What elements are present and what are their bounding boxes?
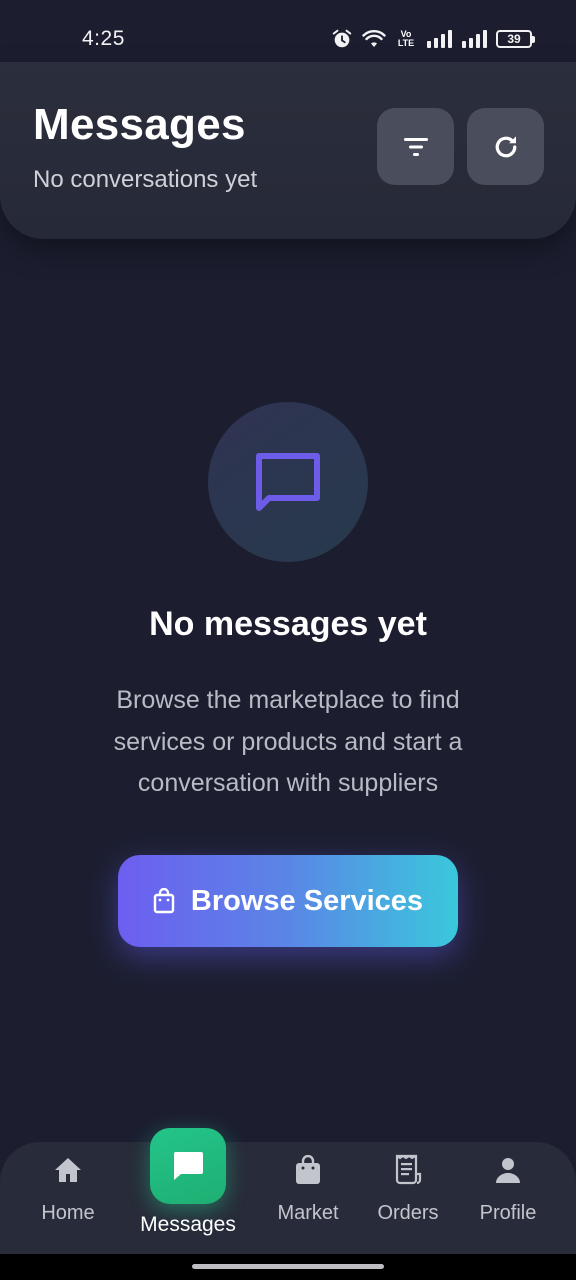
refresh-button[interactable] (467, 108, 544, 185)
shopping-bag-icon (296, 1155, 320, 1184)
messages-screen: 4:25 Vo LTE 39 Messages No conversations… (0, 0, 576, 1280)
refresh-icon (495, 135, 516, 157)
empty-state-icon-circle (208, 402, 368, 562)
browse-services-button[interactable]: Browse Services (118, 855, 458, 947)
person-icon (496, 1158, 520, 1183)
chat-icon (173, 1152, 203, 1180)
page-subtitle: No conversations yet (33, 166, 258, 193)
nav-label-market: Market (277, 1202, 339, 1224)
description-line: Browse the marketplace to find (116, 686, 460, 714)
filter-icon (403, 137, 428, 156)
description-line: services or products and start a (113, 727, 463, 756)
status-bar: 4:25 Vo LTE 39 (0, 0, 576, 64)
nav-item-home[interactable]: Home (28, 1142, 108, 1254)
description-line: conversation with suppliers (137, 769, 439, 797)
nav-item-market[interactable]: Market (268, 1142, 348, 1254)
nav-label-messages: Messages (140, 1213, 236, 1236)
signal-icon (427, 30, 452, 48)
signal-icon (462, 30, 487, 48)
nav-active-indicator (150, 1128, 226, 1204)
status-icons: Vo LTE 39 (331, 26, 535, 52)
page-title: Messages (33, 100, 246, 149)
header-card: Messages No conversations yet (0, 62, 576, 239)
nav-label-orders: Orders (377, 1202, 439, 1224)
shopping-bag-icon (153, 888, 175, 914)
home-icon (55, 1158, 81, 1182)
nav-label-home: Home (41, 1202, 95, 1224)
receipt-icon (395, 1154, 422, 1185)
home-gesture-bar[interactable] (192, 1264, 384, 1269)
alarm-icon (332, 29, 352, 48)
nav-item-profile[interactable]: Profile (468, 1142, 548, 1254)
volte-icon: Vo LTE (395, 30, 417, 48)
battery-icon: 39 (496, 30, 535, 48)
empty-state-title: No messages yet (149, 605, 427, 643)
empty-state-description: Browse the marketplace to find services … (60, 680, 516, 805)
filter-button[interactable] (377, 108, 454, 185)
nav-label-profile: Profile (479, 1202, 537, 1224)
nav-item-orders[interactable]: Orders (368, 1142, 448, 1254)
bottom-navigation: Home Messages Market Orders Profile (0, 1128, 576, 1254)
browse-services-label: Browse Services (190, 884, 424, 917)
nav-item-messages[interactable]: Messages (128, 1128, 248, 1254)
volte-bottom-label: LTE (397, 38, 415, 48)
gesture-area (0, 1254, 576, 1280)
wifi-icon (362, 30, 386, 47)
status-time: 4:25 (82, 27, 125, 50)
chat-bubble-icon (256, 453, 320, 511)
